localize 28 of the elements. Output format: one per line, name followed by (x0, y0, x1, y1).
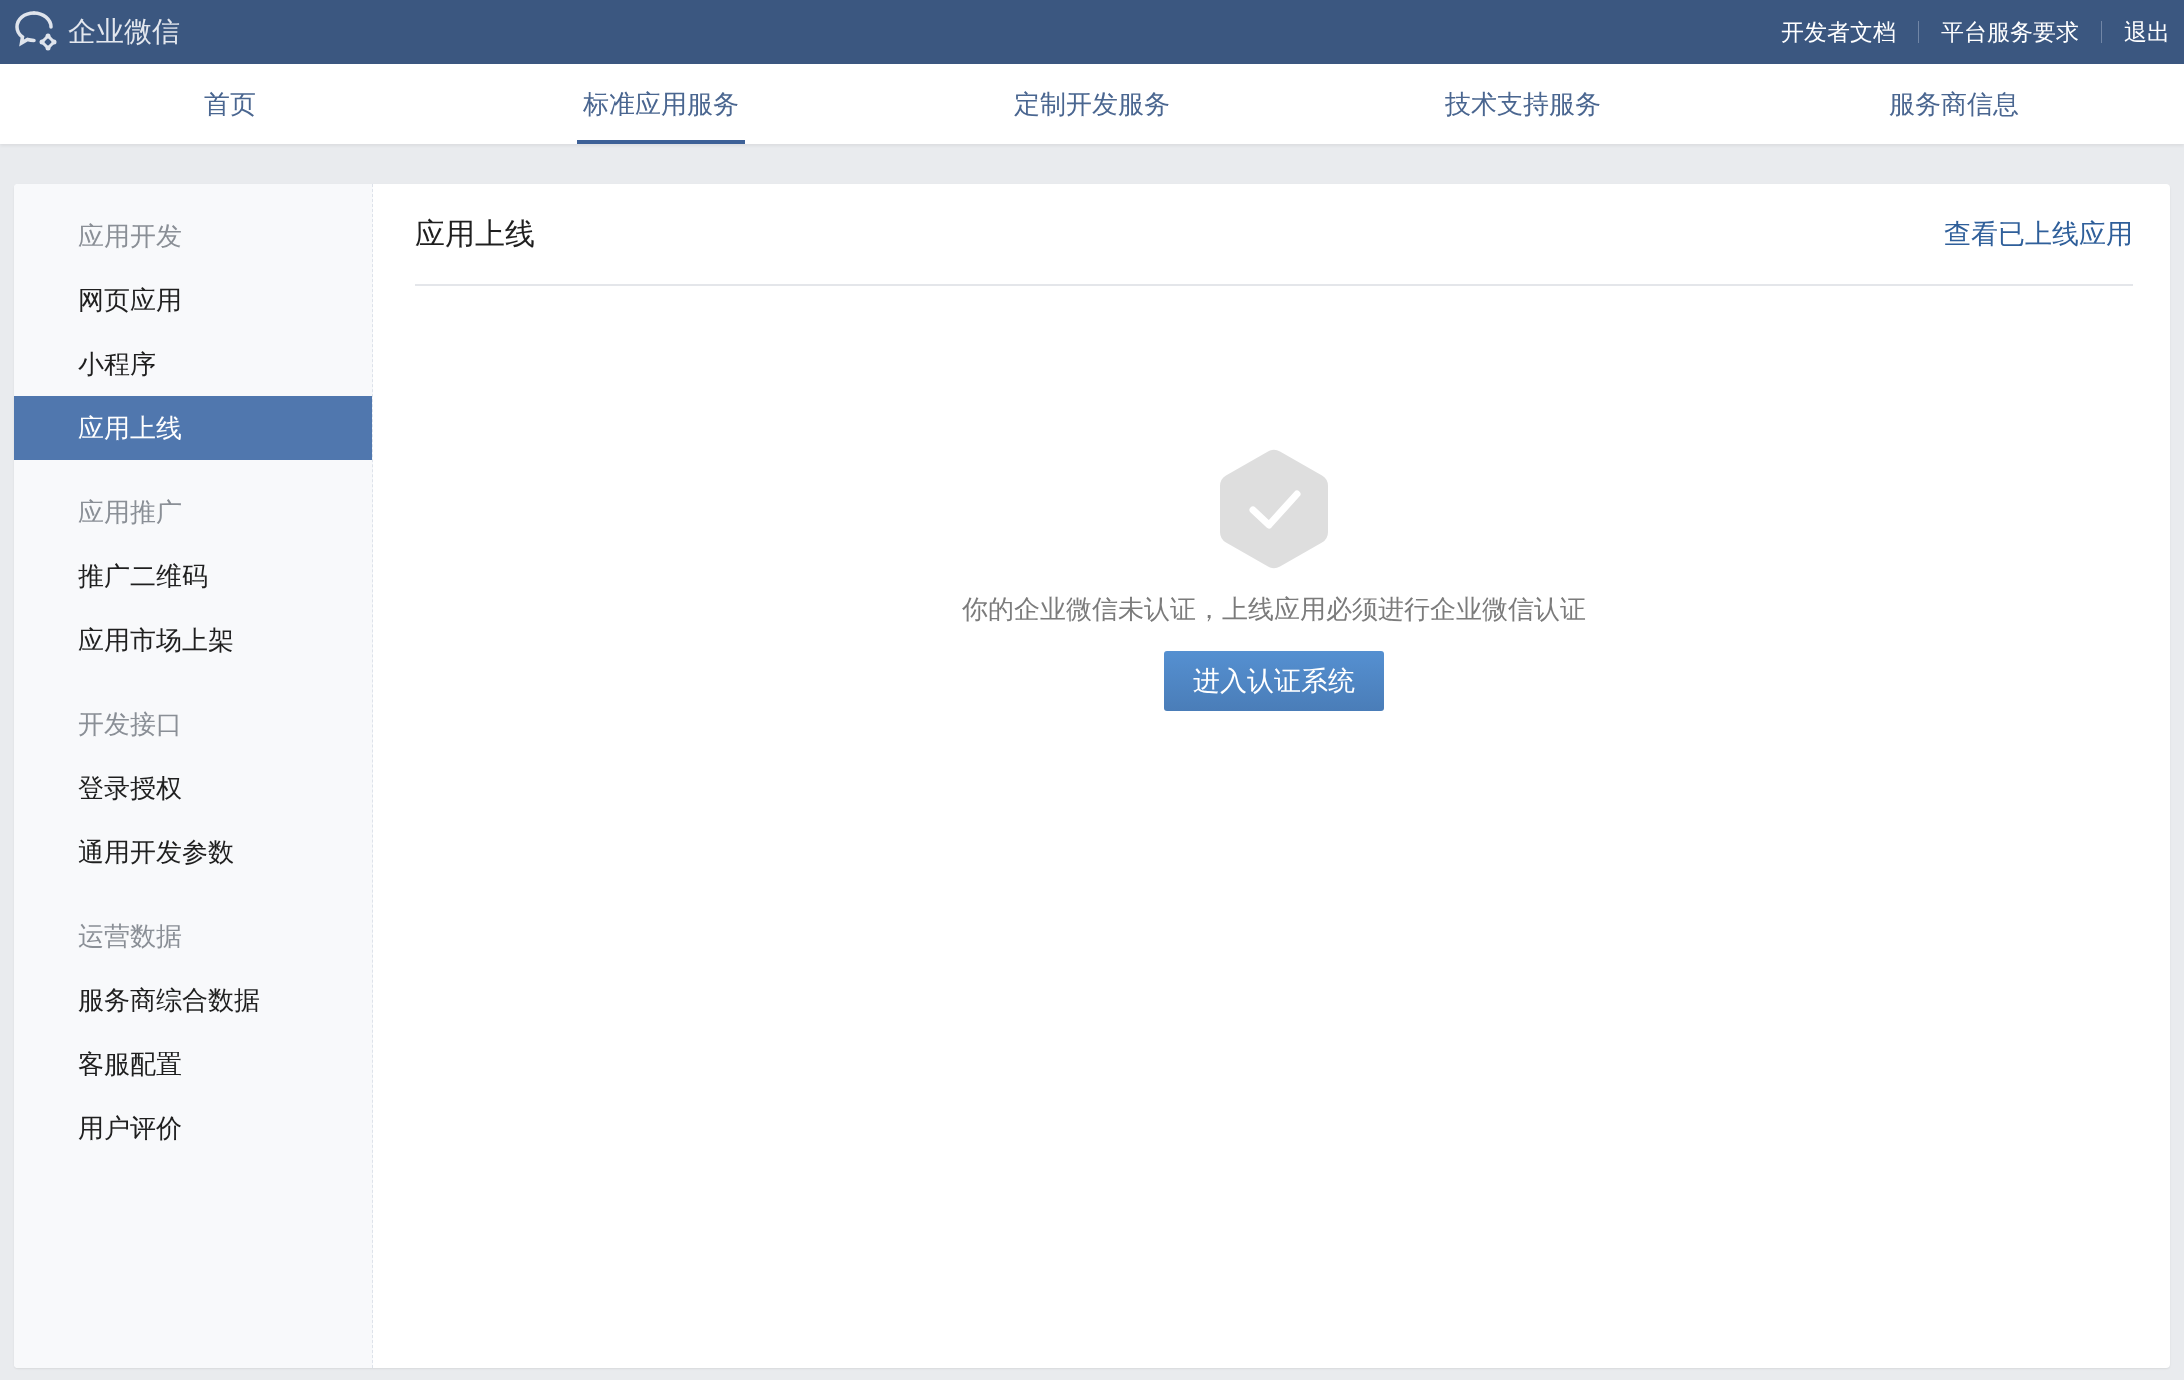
nav-tab[interactable]: 首页 (197, 64, 262, 144)
nav-tab[interactable]: 服务商信息 (1883, 64, 2026, 144)
nav-tab[interactable]: 标准应用服务 (576, 64, 745, 144)
sidebar-group-title: 开发接口 (77, 707, 183, 741)
sidebar-item[interactable]: 应用上线 (14, 396, 372, 460)
sidebar-item[interactable]: 通用开发参数 (14, 820, 372, 884)
sidebar-item[interactable]: 用户评价 (14, 1096, 372, 1160)
view-apps-link[interactable]: 查看已上线应用 (1944, 216, 2133, 252)
sidebar-group-title: 应用开发 (77, 219, 183, 253)
page-title: 应用上线 (415, 214, 535, 253)
hexagon-check-icon (1219, 448, 1329, 570)
sidebar-item[interactable]: 推广二维码 (14, 544, 372, 608)
header-link[interactable]: 平台服务要求 (1941, 16, 2079, 48)
nav-tab[interactable]: 定制开发服务 (1008, 64, 1176, 144)
sidebar-item[interactable]: 登录授权 (14, 756, 372, 820)
header-link[interactable]: 退出 (2124, 16, 2170, 48)
logo-text: 企业微信 (68, 14, 180, 50)
nav-tab[interactable]: 技术支持服务 (1439, 64, 1608, 144)
sidebar-item[interactable]: 网页应用 (14, 268, 372, 332)
sidebar-group-title: 运营数据 (77, 919, 183, 953)
sidebar-item[interactable]: 服务商综合数据 (14, 968, 372, 1032)
verification-message: 你的企业微信未认证，上线应用必须进行企业微信认证 (962, 593, 1586, 626)
header-link[interactable]: 开发者文档 (1781, 16, 1896, 48)
sidebar-group-title: 应用推广 (77, 495, 183, 529)
sidebar-item[interactable]: 小程序 (14, 332, 372, 396)
enter-verification-button[interactable]: 进入认证系统 (1164, 651, 1384, 711)
sidebar-item[interactable]: 应用市场上架 (14, 608, 372, 672)
sidebar-item[interactable]: 客服配置 (14, 1032, 372, 1096)
